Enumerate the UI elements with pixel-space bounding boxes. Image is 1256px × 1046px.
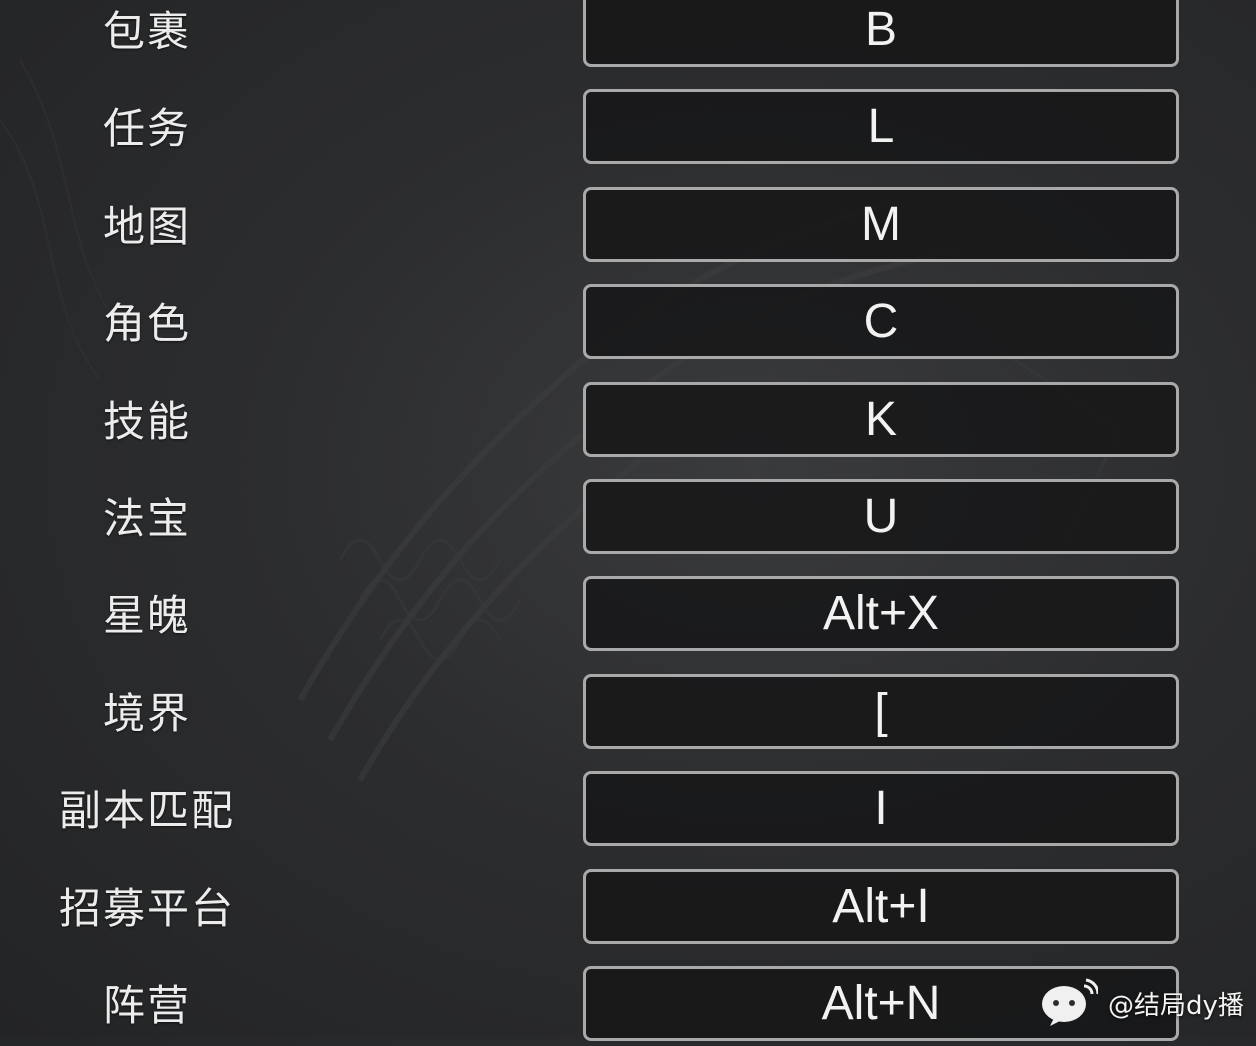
action-label: 包裹 [102, 7, 191, 56]
key-binding-button[interactable]: U [583, 479, 1179, 554]
action-label: 任务 [102, 104, 191, 153]
keybinding-row: 招募平台 Alt+I [0, 869, 1256, 949]
keybinding-row: 境界 [ [0, 674, 1256, 754]
key-binding-button[interactable]: K [583, 382, 1179, 457]
key-binding-button[interactable]: L [583, 89, 1179, 164]
keybinding-row: 任务 L [0, 89, 1256, 169]
keybinding-row: 包裹 B [0, 0, 1256, 72]
action-label: 阵营 [102, 981, 191, 1030]
wechat-channel-icon [1042, 978, 1098, 1026]
key-binding-button[interactable]: [ [583, 674, 1179, 749]
keybinding-row: 副本匹配 I [0, 771, 1256, 851]
action-label: 角色 [102, 299, 191, 348]
key-binding-button[interactable]: C [583, 284, 1179, 359]
keybinding-row: 星魄 Alt+X [0, 576, 1256, 656]
watermark-text: @结局dy播 [1108, 990, 1244, 1021]
keybinding-row: 技能 K [0, 382, 1256, 462]
action-label: 招募平台 [58, 884, 235, 933]
action-label: 星魄 [102, 591, 191, 640]
keybinding-row: 地图 M [0, 187, 1256, 267]
keybinding-row: 法宝 U [0, 479, 1256, 559]
action-label: 法宝 [102, 494, 191, 543]
action-label: 境界 [102, 689, 191, 738]
keybinding-row: 角色 C [0, 284, 1256, 364]
action-label: 地图 [102, 202, 191, 251]
key-binding-button[interactable]: I [583, 771, 1179, 846]
key-binding-button[interactable]: B [583, 0, 1179, 67]
key-binding-button[interactable]: Alt+I [583, 869, 1179, 944]
action-label: 技能 [102, 397, 191, 446]
key-binding-button[interactable]: Alt+X [583, 576, 1179, 651]
action-label: 副本匹配 [58, 786, 235, 835]
key-binding-button[interactable]: M [583, 187, 1179, 262]
watermark: @结局dy播 [1040, 978, 1244, 1028]
